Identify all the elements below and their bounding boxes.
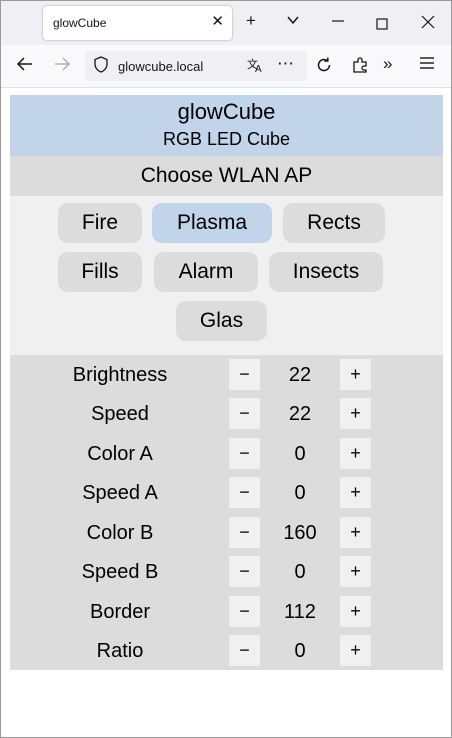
increase-button[interactable]: + [340,556,371,587]
browser-window: glowCube ✕ + glowcube.local 文 A ⋯ » glow… [0,0,452,738]
param-value: 112 [284,601,316,623]
decrease-button[interactable]: − [229,596,260,627]
decrease-button[interactable]: − [229,477,260,508]
mode-glas-button[interactable]: Glas [176,301,267,341]
increase-button[interactable]: + [340,596,371,627]
param-label: Color B [86,522,154,544]
param-row-ratio: Ratio − 0 + [10,635,443,667]
url-bar[interactable]: glowcube.local [85,51,307,81]
mode-insects-button[interactable]: Insects [269,252,383,292]
parameter-panel: Brightness − 22 + Speed − 22 + Color A −… [10,355,443,670]
mode-fills-button[interactable]: Fills [58,252,142,292]
param-row-brightness: Brightness − 22 + [10,359,443,391]
browser-tab[interactable]: glowCube ✕ [43,6,232,40]
param-value: 0 [294,443,306,465]
mode-alarm-button[interactable]: Alarm [154,252,258,292]
page-header: glowCube RGB LED Cube [10,95,443,156]
overflow-chevron-icon[interactable]: » [383,54,392,74]
increase-button[interactable]: + [340,517,371,548]
decrease-button[interactable]: − [229,517,260,548]
window-close-icon[interactable] [421,14,435,34]
menu-icon[interactable] [419,55,435,76]
param-label: Brightness [72,364,168,386]
mode-selector: Fire Plasma Rects Fills Alarm Insects Gl… [10,196,443,355]
param-row-speed: Speed − 22 + [10,398,443,430]
mode-plasma-button[interactable]: Plasma [152,203,272,243]
back-icon[interactable] [16,55,34,78]
param-value: 0 [294,561,306,583]
translate-icon[interactable]: 文A [247,57,265,77]
reload-icon[interactable] [315,56,333,79]
tab-strip: glowCube ✕ + [1,1,451,45]
tab-list-chevron-icon[interactable] [286,12,300,32]
svg-text:A: A [255,64,262,73]
param-value: 22 [288,364,312,386]
mode-rects-button[interactable]: Rects [283,203,385,243]
increase-button[interactable]: + [340,635,371,666]
param-value: 22 [288,403,312,425]
param-label: Speed B [81,561,159,583]
extensions-icon[interactable] [351,56,369,79]
param-value: 0 [294,482,306,504]
param-row-color-b: Color B − 160 + [10,517,443,549]
forward-icon[interactable] [53,55,71,78]
new-tab-icon[interactable]: + [246,11,256,31]
decrease-button[interactable]: − [229,635,260,666]
param-label: Ratio [96,640,144,662]
param-label: Border [89,601,151,623]
close-tab-icon[interactable]: ✕ [211,12,224,30]
page-actions-icon[interactable]: ⋯ [277,54,294,74]
param-label: Speed [91,403,149,425]
decrease-button[interactable]: − [229,359,260,390]
url-text: glowcube.local [118,59,204,74]
param-value: 0 [294,640,306,662]
choose-wlan-button[interactable]: Choose WLAN AP [10,156,443,196]
maximize-icon[interactable] [376,15,388,35]
tab-title: glowCube [53,16,107,30]
param-row-color-a: Color A − 0 + [10,438,443,470]
param-label: Color A [87,443,153,465]
param-label: Speed A [82,482,158,504]
increase-button[interactable]: + [340,398,371,429]
mode-fire-button[interactable]: Fire [58,203,142,243]
decrease-button[interactable]: − [229,398,260,429]
param-row-border: Border − 112 + [10,596,443,628]
param-row-speed-b: Speed B − 0 + [10,556,443,588]
shield-icon[interactable] [94,56,108,73]
decrease-button[interactable]: − [229,556,260,587]
minimize-icon[interactable] [331,9,345,34]
glowcube-page: glowCube RGB LED Cube Choose WLAN AP Fir… [10,95,443,670]
param-row-speed-a: Speed A − 0 + [10,477,443,509]
increase-button[interactable]: + [340,438,371,469]
increase-button[interactable]: + [340,477,371,508]
page-subtitle: RGB LED Cube [162,129,291,149]
param-value: 160 [283,522,317,544]
decrease-button[interactable]: − [229,438,260,469]
page-title: glowCube [177,99,276,124]
increase-button[interactable]: + [340,359,371,390]
navigation-bar: glowcube.local 文A ⋯ » [1,45,451,88]
